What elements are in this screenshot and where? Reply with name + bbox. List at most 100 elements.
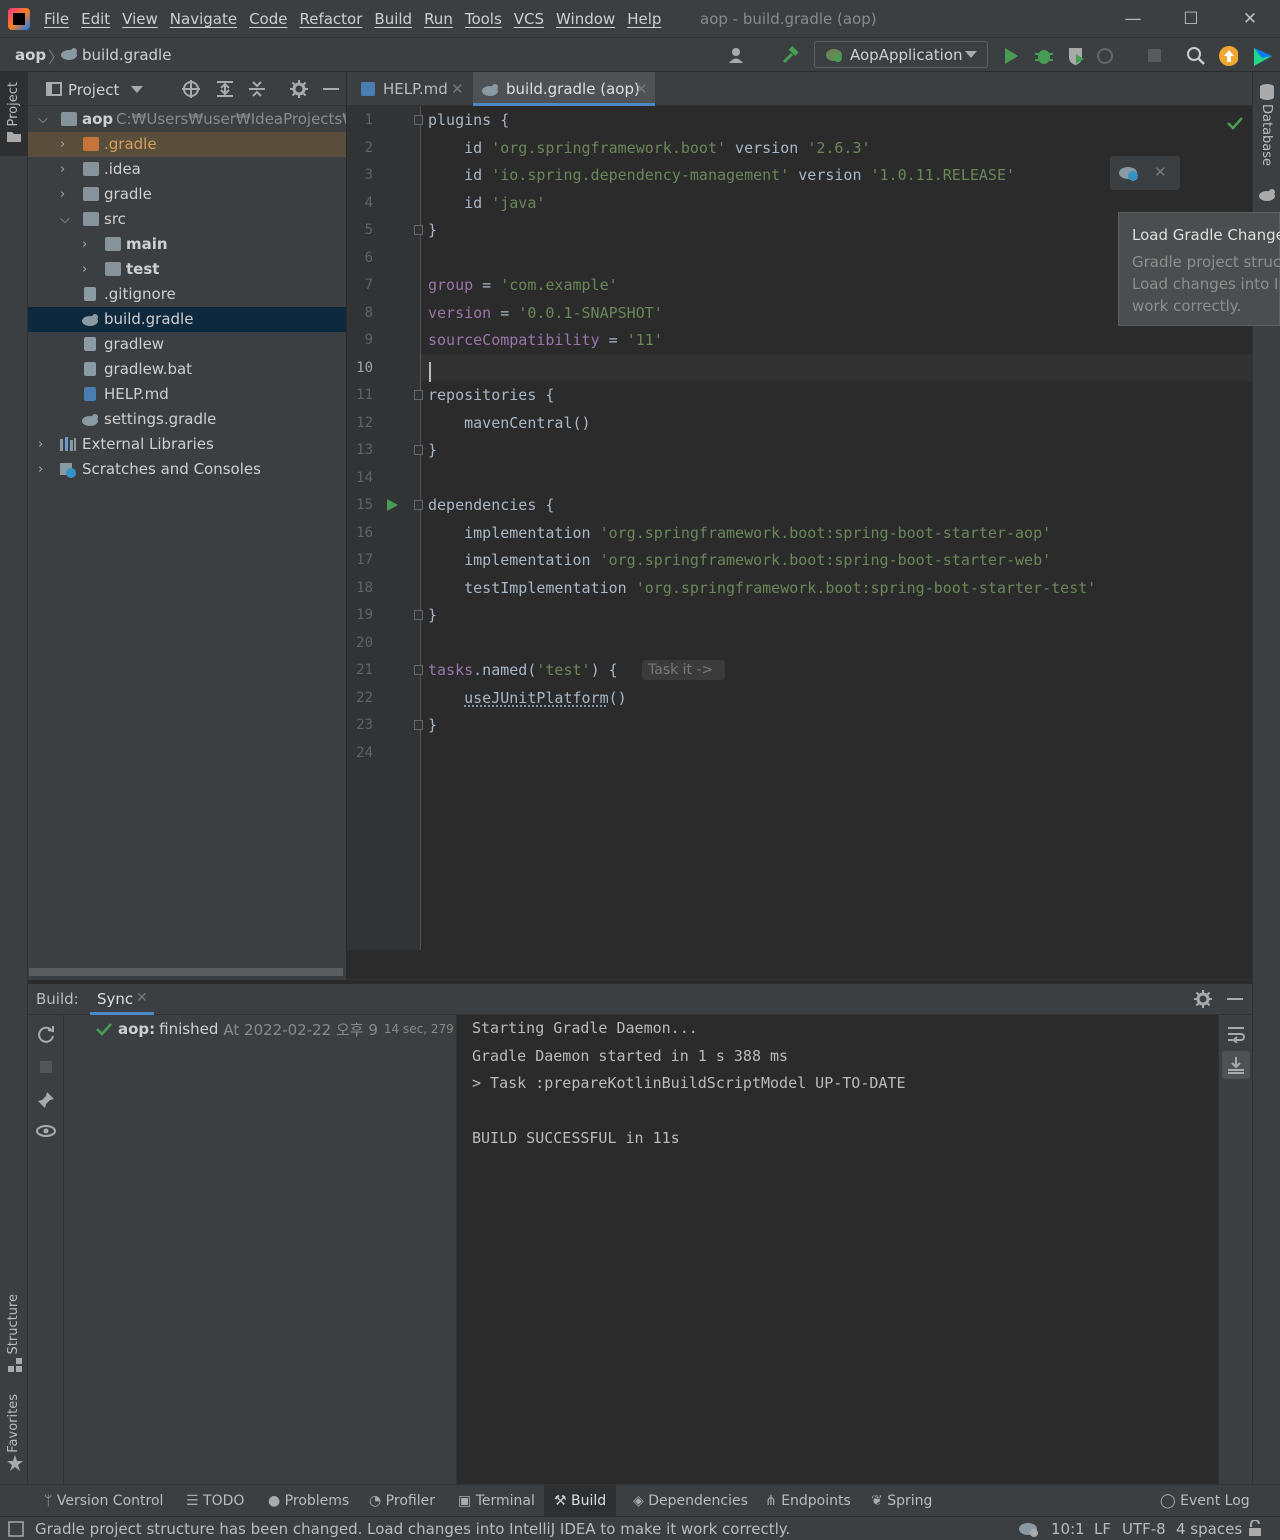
build-tree-row[interactable]: aop: finished At 2022-02-22 오후 9 14 sec,…: [96, 1019, 475, 1039]
database-tool-label[interactable]: Database: [1259, 104, 1274, 166]
tool-event-log[interactable]: ◯ Event Log: [1160, 1493, 1250, 1509]
menu-tools[interactable]: Tools: [465, 10, 502, 28]
tool-terminal[interactable]: ▣ Terminal: [458, 1493, 535, 1509]
run-icon[interactable]: [1002, 46, 1022, 66]
gradle-refresh-icon[interactable]: [1118, 164, 1140, 182]
menu-run[interactable]: Run: [424, 10, 453, 28]
caret-position[interactable]: 10:1: [1051, 1520, 1085, 1538]
indent-setting[interactable]: 4 spaces: [1176, 1520, 1242, 1538]
fold-marker-icon[interactable]: [414, 720, 423, 730]
chevron-down-icon[interactable]: ⌵: [38, 107, 48, 132]
gradle-sync-status-icon[interactable]: [1018, 1520, 1040, 1538]
close-icon[interactable]: ✕: [1154, 163, 1167, 181]
gear-icon[interactable]: [1194, 990, 1212, 1008]
menu-help[interactable]: Help: [627, 10, 661, 28]
run-gutter-icon[interactable]: [385, 497, 399, 513]
hide-panel-icon[interactable]: [1226, 990, 1244, 1008]
tree-item-scratches[interactable]: › Scratches and Consoles: [28, 457, 346, 482]
tool-problems[interactable]: ● Problems: [268, 1493, 349, 1509]
build-console-output[interactable]: Starting Gradle Daemon... Gradle Daemon …: [457, 1015, 1218, 1484]
gradle-tool-icon[interactable]: [1258, 188, 1276, 202]
horizontal-scrollbar[interactable]: [29, 968, 343, 976]
fold-marker-icon[interactable]: [414, 225, 423, 235]
code-with-me-icon[interactable]: [1252, 46, 1272, 66]
tool-spring[interactable]: ❦ Spring: [871, 1493, 932, 1509]
structure-tool-label[interactable]: Structure: [6, 1294, 21, 1354]
breadcrumb-file[interactable]: build.gradle: [82, 46, 171, 64]
fold-marker-icon[interactable]: [414, 500, 423, 510]
favorites-tool-label[interactable]: Favorites: [6, 1394, 21, 1453]
debug-icon[interactable]: [1034, 46, 1054, 66]
tree-item-gradlew[interactable]: gradlew: [28, 332, 346, 357]
tree-item-gradlew-bat[interactable]: gradlew.bat: [28, 357, 346, 382]
menu-view[interactable]: View: [122, 10, 158, 28]
close-tab-icon[interactable]: ✕: [451, 72, 464, 106]
collapse-all-icon[interactable]: [248, 80, 266, 98]
menu-navigate[interactable]: Navigate: [170, 10, 237, 28]
fold-marker-icon[interactable]: [414, 610, 423, 620]
tree-item-idea[interactable]: › .idea: [28, 157, 346, 182]
close-tab-icon[interactable]: ✕: [635, 72, 648, 106]
file-encoding[interactable]: UTF-8: [1122, 1520, 1166, 1538]
locate-file-icon[interactable]: [182, 80, 200, 98]
build-hammer-icon[interactable]: [780, 46, 800, 66]
project-view-title[interactable]: Project: [68, 81, 119, 99]
tree-item-dot-gradle[interactable]: › .gradle: [28, 132, 346, 157]
update-icon[interactable]: [1218, 46, 1238, 66]
search-icon[interactable]: [1186, 46, 1206, 66]
menu-code[interactable]: Code: [249, 10, 287, 28]
tab-help-md[interactable]: HELP.md ✕: [357, 72, 469, 106]
tool-endpoints[interactable]: ⋔ Endpoints: [765, 1493, 851, 1509]
line-separator[interactable]: LF: [1094, 1520, 1111, 1538]
menu-refactor[interactable]: Refactor: [299, 10, 362, 28]
tree-item-external-libraries[interactable]: › External Libraries: [28, 432, 346, 457]
tree-item-help-md[interactable]: HELP.md: [28, 382, 346, 407]
eye-icon[interactable]: [36, 1123, 56, 1141]
menu-edit[interactable]: Edit: [81, 10, 110, 28]
menu-window[interactable]: Window: [556, 10, 615, 28]
maximize-button[interactable]: ☐: [1180, 8, 1202, 30]
tree-item-build-gradle[interactable]: build.gradle: [28, 307, 346, 332]
coverage-icon[interactable]: [1066, 46, 1086, 66]
close-window-button[interactable]: ✕: [1239, 8, 1261, 30]
chevron-right-icon[interactable]: ›: [38, 457, 43, 482]
menu-file[interactable]: File: [44, 10, 69, 28]
project-tool-tab[interactable]: Project: [0, 72, 28, 156]
breadcrumb-project[interactable]: aop: [15, 46, 46, 64]
chevron-right-icon[interactable]: ›: [60, 157, 65, 182]
chevron-down-icon[interactable]: [131, 86, 143, 94]
tree-item-gitignore[interactable]: .gitignore: [28, 282, 346, 307]
menu-vcs[interactable]: VCS: [514, 10, 544, 28]
tree-item-src[interactable]: ⌵ src: [28, 207, 346, 232]
tree-item-gradle[interactable]: › gradle: [28, 182, 346, 207]
chevron-down-icon[interactable]: ⌵: [60, 207, 70, 232]
pin-icon[interactable]: [37, 1091, 55, 1109]
tree-root-aop[interactable]: ⌵ aop C:₩Users₩user₩IdeaProjects₩aop: [28, 107, 346, 132]
chevron-right-icon[interactable]: ›: [38, 432, 43, 457]
unlock-icon[interactable]: [1248, 1520, 1262, 1536]
toggle-tool-windows-icon[interactable]: [8, 1521, 24, 1537]
chevron-right-icon[interactable]: ›: [82, 257, 87, 282]
chevron-right-icon[interactable]: ›: [60, 132, 65, 157]
run-configuration-select[interactable]: AopApplication: [814, 41, 988, 68]
sync-icon[interactable]: [37, 1025, 55, 1043]
stop-icon[interactable]: [1146, 46, 1166, 66]
chevron-right-icon[interactable]: ›: [82, 232, 87, 257]
fold-marker-icon[interactable]: [414, 115, 423, 125]
tool-build[interactable]: ⚒ Build: [544, 1485, 617, 1517]
expand-all-icon[interactable]: [216, 80, 234, 98]
tool-profiler[interactable]: ◔ Profiler: [369, 1493, 435, 1509]
profiler-icon[interactable]: [1096, 46, 1116, 66]
code-editor[interactable]: 1 2 3 4 5 6 7 8 9 10 11 12 13 14 15 16 17 18 19 20 21 22 23 24 …: [347, 106, 1252, 950]
fold-marker-icon[interactable]: [414, 390, 423, 400]
minimize-button[interactable]: —: [1122, 8, 1144, 30]
tool-todo[interactable]: ☰ TODO: [186, 1493, 244, 1509]
fold-marker-icon[interactable]: [414, 445, 423, 455]
status-message[interactable]: Gradle project structure has been change…: [35, 1520, 790, 1538]
close-tab-icon[interactable]: ✕: [136, 990, 148, 1006]
tool-dependencies[interactable]: ◈ Dependencies: [633, 1493, 748, 1509]
user-icon[interactable]: [728, 46, 748, 66]
tab-sync[interactable]: Sync ✕: [90, 984, 154, 1015]
tree-item-main[interactable]: › main: [28, 232, 346, 257]
soft-wrap-icon[interactable]: [1227, 1025, 1245, 1043]
